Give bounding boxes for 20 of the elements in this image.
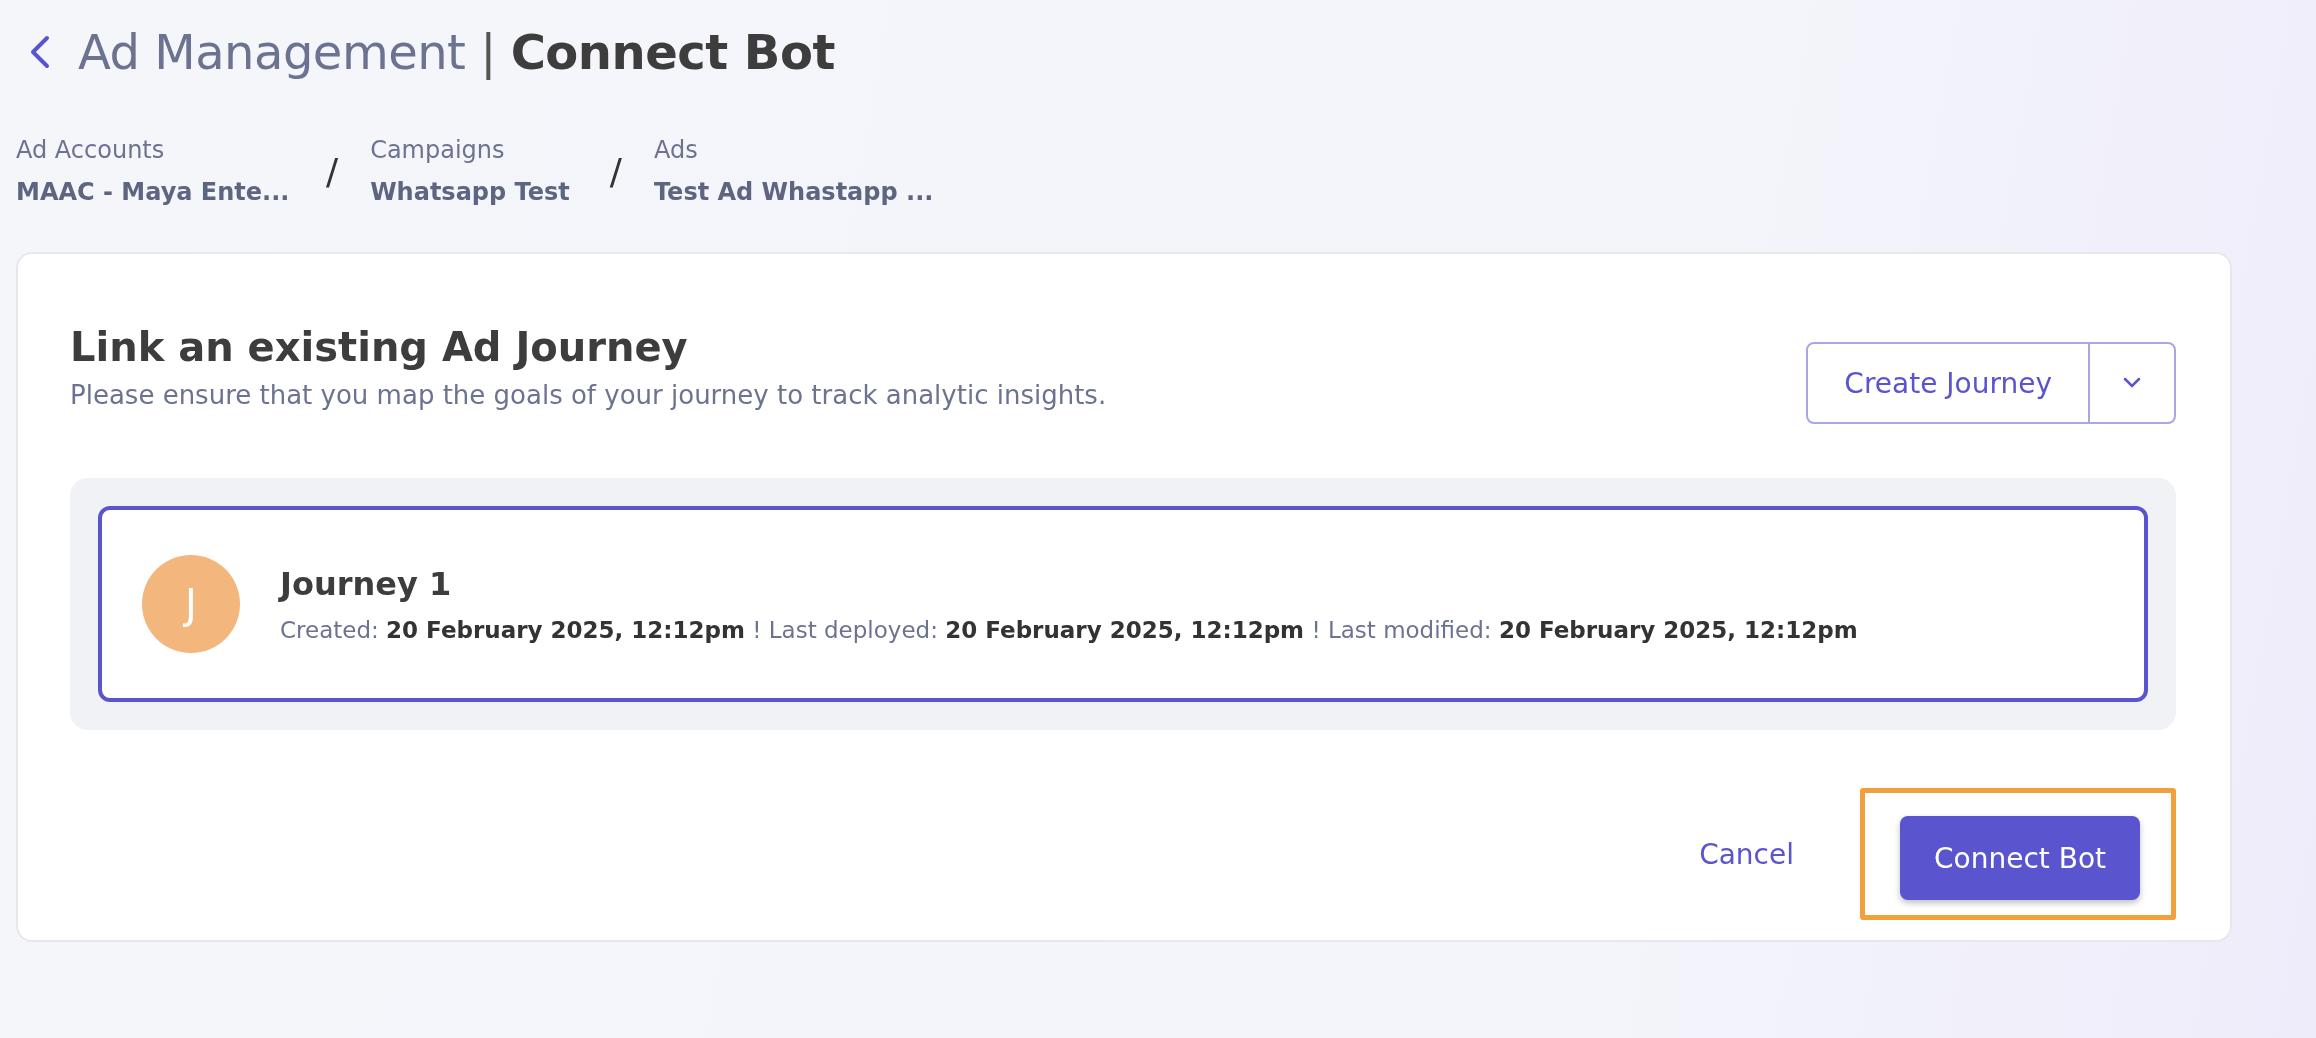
back-chevron-icon[interactable] — [28, 34, 52, 70]
card-subtitle: Please ensure that you map the goals of your journey to track analytic insights. — [70, 380, 1107, 410]
breadcrumb-separator: / — [326, 150, 339, 192]
breadcrumb-label: Ad Accounts — [16, 136, 166, 164]
breadcrumb-separator: / — [609, 150, 622, 192]
breadcrumb-link[interactable]: Test Ad Whastapp ... — [653, 178, 934, 206]
breadcrumb-label: Ads — [653, 136, 699, 164]
create-journey-button[interactable]: Create Journey — [1806, 342, 2090, 424]
breadcrumb-link[interactable]: MAAC - Maya Ente... — [16, 178, 286, 206]
journey-card[interactable]: J Journey 1 Created: 20 February 2025, 12:12pm ! Last deployed: 20 February 2025, 12:12pm ! Last modified: 20 February 2025, 12:12pm — [98, 506, 2148, 702]
card-title: Link an existing Ad Journey — [70, 324, 689, 370]
chevron-down-icon — [2122, 377, 2142, 389]
journey-details: Created: 20 February 2025, 12:12pm ! Last deployed: 20 February 2025, 12:12pm ! Last modified: 20 February 2025, 12:12pm — [280, 617, 1858, 643]
cancel-button[interactable]: Cancel — [1693, 836, 1800, 872]
page-title: Ad Management | Connect Bot — [78, 24, 835, 80]
breadcrumb-link[interactable]: Whatsapp Test — [370, 178, 570, 206]
connect-bot-button[interactable]: Connect Bot — [1900, 816, 2140, 900]
breadcrumb-label: Campaigns — [370, 136, 506, 164]
journey-name: Journey 1 — [280, 565, 453, 603]
avatar-circle: J — [142, 555, 240, 653]
